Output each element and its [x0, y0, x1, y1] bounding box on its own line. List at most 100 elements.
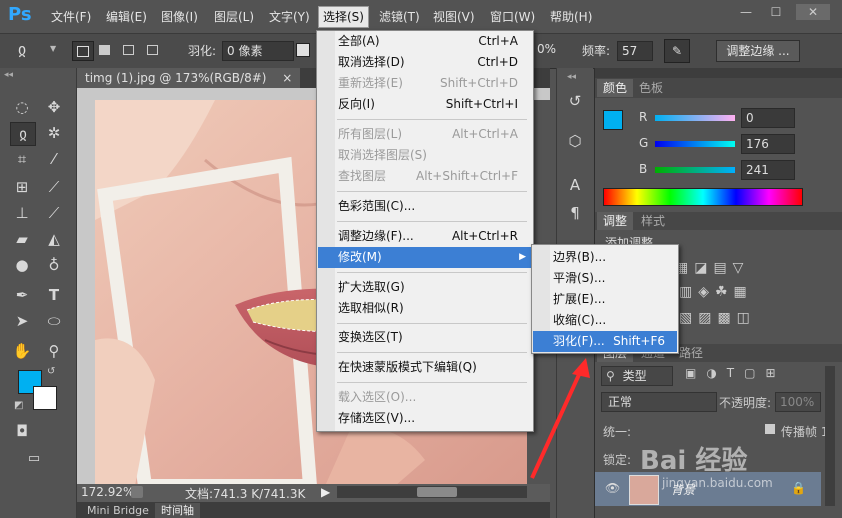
- menu-item-all-layers[interactable]: 所有图层(L) Alt+Ctrl+A: [318, 124, 532, 145]
- adjustment-icons-row1[interactable]: ▦◪▤▽: [675, 260, 749, 276]
- chevron-down-icon[interactable]: ▼: [50, 44, 56, 53]
- magic-wand-tool-icon[interactable]: ✲: [42, 122, 66, 144]
- feather-input[interactable]: 0 像素: [222, 41, 294, 61]
- color-spectrum-bar[interactable]: [603, 188, 803, 206]
- document-tab[interactable]: timg (1).jpg @ 173%(RGB/8#) ×: [77, 68, 301, 88]
- menu-item-load-selection[interactable]: 载入选区(O)...: [318, 387, 532, 408]
- menu-item-transform-selection[interactable]: 变换选区(T): [318, 327, 532, 348]
- adjustment-icons-row3[interactable]: ▧▨▩◫: [679, 310, 756, 326]
- subtract-selection-icon[interactable]: [120, 42, 138, 60]
- menu-item-select-all[interactable]: 全部(A) Ctrl+A: [318, 31, 532, 52]
- anti-alias-checkbox[interactable]: [296, 43, 310, 57]
- character-panel-icon[interactable]: A: [563, 174, 587, 196]
- eye-icon[interactable]: 👁: [605, 481, 620, 495]
- menu-window[interactable]: 窗口(W): [486, 7, 539, 27]
- menu-item-similar[interactable]: 选取相似(R): [318, 298, 532, 319]
- layer-filter-icons[interactable]: ▣◑T▢⊞: [685, 366, 786, 380]
- status-arrow-icon[interactable]: ▶: [321, 485, 330, 499]
- status-menu-icon[interactable]: [131, 486, 143, 498]
- minimize-button[interactable]: —: [736, 4, 756, 20]
- path-select-tool-icon[interactable]: ➤: [10, 310, 34, 332]
- tab-mini-bridge[interactable]: Mini Bridge: [81, 503, 155, 518]
- menu-item-contract[interactable]: 收缩(C)...: [533, 310, 677, 331]
- menu-item-feather[interactable]: 羽化(F)... Shift+F6: [533, 331, 677, 352]
- menu-view[interactable]: 视图(V): [429, 7, 479, 27]
- pen-tool-icon[interactable]: ✒: [10, 284, 34, 306]
- history-brush-tool-icon[interactable]: ⟋: [42, 202, 66, 224]
- menu-file[interactable]: 文件(F): [47, 7, 95, 27]
- menu-item-deselect-layers[interactable]: 取消选择图层(S): [318, 145, 532, 166]
- ellipse-tool-icon[interactable]: ⬭: [42, 310, 66, 332]
- crop-tool-icon[interactable]: ⌗: [10, 148, 34, 170]
- menu-item-color-range[interactable]: 色彩范围(C)...: [318, 196, 532, 217]
- propagate-checkbox[interactable]: [765, 424, 775, 434]
- blend-mode-select[interactable]: 正常: [601, 392, 717, 412]
- color-panel-foreground-swatch[interactable]: [603, 110, 623, 130]
- healing-brush-tool-icon[interactable]: ⊞: [10, 176, 34, 198]
- type-tool-icon[interactable]: T: [42, 284, 66, 306]
- red-slider[interactable]: [655, 115, 735, 121]
- menu-item-expand[interactable]: 扩展(E)...: [533, 289, 677, 310]
- menu-layer[interactable]: 图层(L): [210, 7, 258, 27]
- hand-tool-icon[interactable]: ✋: [10, 340, 34, 362]
- menu-item-save-selection[interactable]: 存储选区(V)...: [318, 408, 532, 429]
- menu-select[interactable]: 选择(S): [318, 6, 369, 28]
- intersect-selection-icon[interactable]: [144, 42, 162, 60]
- magnetic-lasso-icon[interactable]: ჲ: [18, 40, 48, 60]
- menu-item-modify[interactable]: 修改(M) ▶: [318, 247, 532, 268]
- 3d-panel-icon[interactable]: ⬡: [563, 130, 587, 152]
- collapse-arrows-icon[interactable]: ◂◂: [4, 70, 13, 80]
- tab-timeline[interactable]: 时间轴: [155, 503, 200, 518]
- menu-item-quick-mask[interactable]: 在快速蒙版模式下编辑(Q): [318, 357, 532, 378]
- collapse-arrows-icon[interactable]: ◂◂: [567, 72, 576, 82]
- frequency-input[interactable]: 57: [617, 41, 653, 61]
- add-selection-icon[interactable]: [96, 42, 114, 60]
- eyedropper-tool-icon[interactable]: ⁄: [42, 148, 66, 170]
- paragraph-panel-icon[interactable]: ¶: [563, 202, 587, 224]
- brush-tool-icon[interactable]: ⟋: [42, 176, 66, 198]
- layers-scrollbar[interactable]: [825, 366, 835, 506]
- menu-image[interactable]: 图像(I): [157, 7, 202, 27]
- quick-mask-icon[interactable]: ◘: [10, 420, 34, 442]
- menu-item-inverse[interactable]: 反向(I) Shift+Ctrl+I: [318, 94, 532, 115]
- menu-filter[interactable]: 滤镜(T): [375, 7, 424, 27]
- refine-edge-button[interactable]: 调整边缘 ...: [716, 40, 800, 62]
- menu-item-border[interactable]: 边界(B)...: [533, 247, 677, 268]
- history-panel-icon[interactable]: ↺: [563, 90, 587, 112]
- default-colors-icon[interactable]: ◩: [14, 400, 23, 411]
- tab-color[interactable]: 颜色: [597, 79, 634, 97]
- menu-item-reselect[interactable]: 重新选择(E) Shift+Ctrl+D: [318, 73, 532, 94]
- blue-slider[interactable]: [655, 167, 735, 173]
- zoom-tool-icon[interactable]: ⚲: [42, 340, 66, 362]
- menu-item-refine-edge[interactable]: 调整边缘(F)... Alt+Ctrl+R: [318, 226, 532, 247]
- paint-bucket-tool-icon[interactable]: ◭: [42, 228, 66, 250]
- close-tab-icon[interactable]: ×: [282, 71, 292, 85]
- adjustment-icons-row2[interactable]: ▥◈☘▦: [679, 284, 753, 300]
- menu-item-smooth[interactable]: 平滑(S)...: [533, 268, 677, 289]
- pen-pressure-icon[interactable]: ✎: [664, 39, 690, 63]
- green-slider[interactable]: [655, 141, 735, 147]
- maximize-button[interactable]: ☐: [766, 4, 786, 20]
- opacity-input[interactable]: 100%: [775, 392, 821, 412]
- zoom-level[interactable]: 172.92%: [81, 485, 134, 499]
- eraser-tool-icon[interactable]: ▰: [10, 228, 34, 250]
- menu-help[interactable]: 帮助(H): [546, 7, 596, 27]
- menu-item-find-layers[interactable]: 查找图层 Alt+Shift+Ctrl+F: [318, 166, 532, 187]
- blue-value-input[interactable]: 241: [741, 160, 795, 180]
- menu-item-grow[interactable]: 扩大选取(G): [318, 277, 532, 298]
- tab-swatches[interactable]: 色板: [633, 79, 669, 97]
- new-selection-icon[interactable]: [72, 41, 94, 61]
- tab-styles[interactable]: 样式: [635, 212, 671, 230]
- layer-filter-select[interactable]: ⚲ 类型: [601, 366, 673, 386]
- menu-type[interactable]: 文字(Y): [265, 7, 314, 27]
- clone-stamp-tool-icon[interactable]: ⊥: [10, 202, 34, 224]
- blur-tool-icon[interactable]: ●: [10, 254, 34, 276]
- menu-edit[interactable]: 编辑(E): [102, 7, 151, 27]
- dodge-tool-icon[interactable]: ♁: [42, 254, 66, 276]
- swap-colors-icon[interactable]: ↺: [47, 366, 55, 377]
- tab-adjustments[interactable]: 调整: [597, 212, 634, 230]
- screen-mode-icon[interactable]: ▭: [22, 448, 46, 470]
- red-value-input[interactable]: 0: [741, 108, 795, 128]
- marquee-tool-icon[interactable]: ◌: [10, 96, 34, 118]
- lasso-tool-icon[interactable]: ჲ: [10, 122, 36, 146]
